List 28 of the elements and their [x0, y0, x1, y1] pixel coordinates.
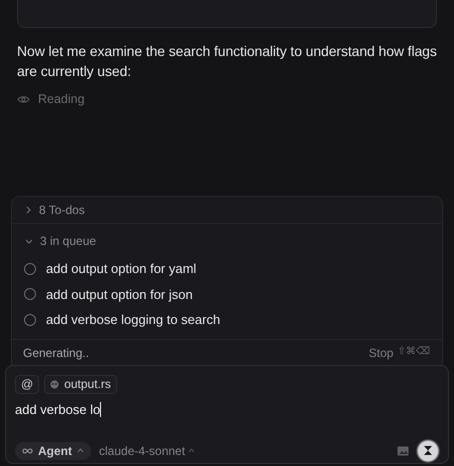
- model-selector[interactable]: claude-4-sonnet: [99, 444, 196, 458]
- generating-label: Generating..: [23, 346, 90, 360]
- status-label: Reading: [38, 92, 85, 106]
- image-icon[interactable]: [397, 446, 409, 456]
- hourglass-icon: [424, 446, 432, 455]
- todo-text: add output option for json: [46, 286, 193, 302]
- file-chip[interactable]: output.rs: [44, 374, 117, 394]
- file-icon: [50, 380, 60, 388]
- caret-icon: [77, 448, 84, 453]
- chevron-down-icon: [25, 238, 33, 244]
- shortcut-hint: ⇧⌘⌫: [397, 346, 430, 358]
- mention-button[interactable]: @: [15, 374, 40, 394]
- prompt-input[interactable]: add verbose lo: [15, 402, 100, 417]
- mode-selector[interactable]: Agent: [15, 442, 91, 460]
- chevron-right-icon: [25, 206, 32, 214]
- todo-text: add output option for yaml: [46, 261, 196, 276]
- todo-text: add verbose logging to search: [46, 312, 220, 328]
- stop-generation-button[interactable]: [417, 440, 439, 462]
- todo-checkbox[interactable]: [24, 314, 36, 326]
- todo-checkbox[interactable]: [24, 288, 36, 300]
- todo-checkbox[interactable]: [24, 262, 36, 275]
- stop-button[interactable]: Stop: [368, 346, 394, 360]
- assistant-message: Now let me examine the search functionality to understand how flags are currently used:: [17, 42, 437, 81]
- todos-toggle[interactable]: 8 To-dos: [12, 197, 442, 224]
- eye-icon: [17, 94, 30, 104]
- caret-icon: [188, 448, 196, 453]
- queue-toggle[interactable]: 3 in queue: [12, 224, 442, 256]
- infinity-icon: [22, 448, 33, 454]
